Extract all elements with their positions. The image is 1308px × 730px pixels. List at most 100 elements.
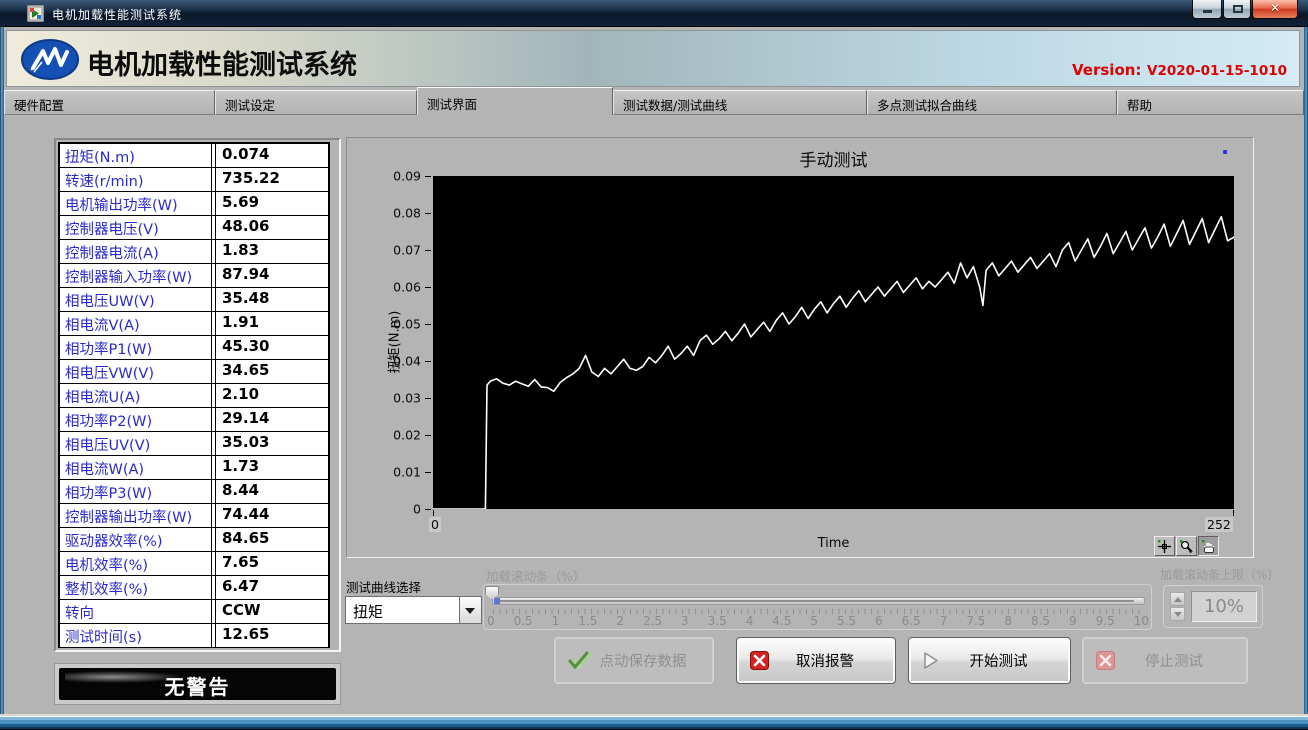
red-x-icon <box>750 651 769 670</box>
chevron-down-icon <box>465 608 475 614</box>
measurement-label: 相功率P2(W) <box>60 408 212 431</box>
plot-area[interactable] <box>433 176 1234 509</box>
measurement-label: 相电压UV(V) <box>60 432 212 455</box>
company-logo-icon <box>21 39 79 80</box>
jog-save-data-button[interactable]: 点动保存数据 <box>554 637 714 684</box>
slider-tick-label: 0 <box>487 614 495 628</box>
measurement-label: 电机输出功率(W) <box>60 192 212 215</box>
stop-test-button[interactable]: 停止测试 <box>1082 637 1248 684</box>
measurement-value: 84.65 <box>215 528 328 551</box>
tab-test-interface[interactable]: 测试界面 <box>417 87 613 115</box>
slider-tick-label: 2.5 <box>643 614 662 628</box>
slider-tick-label: 10 <box>1134 614 1149 628</box>
x-tick-label-max: 252 <box>1205 517 1233 532</box>
slider-track[interactable] <box>492 597 1145 605</box>
table-row: 相电压VW(V) 34.65 <box>60 360 328 384</box>
tab-test-data-curves[interactable]: 测试数据/测试曲线 <box>613 90 867 115</box>
warning-banner: 无警告 <box>59 668 336 700</box>
y-tick-mark <box>425 324 431 325</box>
hand-icon <box>1201 539 1216 554</box>
close-icon: ✕ <box>1253 1 1297 15</box>
curve-select-dropdown[interactable]: 扭矩 <box>345 596 482 624</box>
table-row: 控制器输入功率(W) 87.94 <box>60 264 328 288</box>
close-button[interactable]: ✕ <box>1252 0 1298 19</box>
load-slider-label: 加载滚动条（%） <box>486 566 585 585</box>
table-row: 相电压UV(V) 35.03 <box>60 432 328 456</box>
measurement-value: 45.30 <box>215 336 328 359</box>
curve-select-value: 扭矩 <box>346 597 459 623</box>
measurement-label: 扭矩(N.m) <box>60 144 212 167</box>
table-row: 电机效率(%) 7.65 <box>60 552 328 576</box>
table-row: 相功率P3(W) 8.44 <box>60 480 328 504</box>
tab-hardware-config[interactable]: 硬件配置 <box>4 90 215 115</box>
y-tick-label: 0 <box>413 502 421 517</box>
window-title: 电机加载性能测试系统 <box>52 6 182 23</box>
tab-test-settings[interactable]: 测试设定 <box>215 90 417 115</box>
slider-tick-label: 3.5 <box>708 614 727 628</box>
minimize-button[interactable] <box>1192 0 1222 19</box>
slider-tick-label: 1.5 <box>578 614 597 628</box>
slider-tick-label: 9.5 <box>1096 614 1115 628</box>
start-test-button[interactable]: 开始测试 <box>908 637 1071 684</box>
tab-multipoint-fit-curve[interactable]: 多点测试拟合曲线 <box>867 90 1117 115</box>
measurement-value: 1.83 <box>215 240 328 263</box>
tab-help[interactable]: 帮助 <box>1117 90 1304 115</box>
slider-fill-marker <box>494 598 500 604</box>
y-tick-mark <box>425 250 431 251</box>
measurement-label: 转速(r/min) <box>60 168 212 191</box>
table-row: 驱动器效率(%) 84.65 <box>60 528 328 552</box>
window-border-bottom <box>0 714 1308 730</box>
slider-tick-label: 8.5 <box>1031 614 1050 628</box>
zoom-tool-button[interactable] <box>1176 536 1197 556</box>
measurement-value: 34.65 <box>215 360 328 383</box>
slider-tick-label: 5 <box>810 614 818 628</box>
slider-tick-label: 5.5 <box>837 614 856 628</box>
measurement-value: 8.44 <box>215 480 328 503</box>
table-row: 扭矩(N.m) 0.074 <box>60 144 328 168</box>
measurement-value: 5.69 <box>215 192 328 215</box>
measurement-label: 相功率P1(W) <box>60 336 212 359</box>
measurement-value: 1.73 <box>215 456 328 479</box>
slider-tick-label: 7 <box>940 614 948 628</box>
measurement-value: 74.44 <box>215 504 328 527</box>
maximize-icon <box>1233 5 1243 13</box>
slider-tick-label: 0.5 <box>514 614 533 628</box>
spinner-up-button[interactable] <box>1170 592 1185 606</box>
measurement-label: 相电流W(A) <box>60 456 212 479</box>
measurement-label: 转向 <box>60 600 212 623</box>
slider-tick-label: 4.5 <box>772 614 791 628</box>
window-border-right <box>1304 27 1308 714</box>
load-limit-label: 加载滚动条上限（%） <box>1160 566 1279 583</box>
double-check-icon <box>568 651 594 671</box>
y-tick-label: 0.06 <box>393 280 421 295</box>
y-tick-mark <box>425 361 431 362</box>
measurement-label: 驱动器效率(%) <box>60 528 212 551</box>
slider-tick-label: 7.5 <box>966 614 985 628</box>
load-limit-field[interactable]: 10% <box>1191 591 1257 622</box>
title-bar[interactable]: 电机加载性能测试系统 ✕ <box>0 0 1308 27</box>
measurement-label: 相电流U(A) <box>60 384 212 407</box>
table-row: 相功率P2(W) 29.14 <box>60 408 328 432</box>
y-tick-label: 0.01 <box>393 465 421 480</box>
measurement-value: 0.074 <box>215 144 328 167</box>
measurement-label: 相电压UW(V) <box>60 288 212 311</box>
x-axis-title: Time <box>433 536 1234 551</box>
cancel-alarm-button[interactable]: 取消报警 <box>736 637 896 684</box>
cursor-tool-button[interactable] <box>1154 536 1175 556</box>
pan-tool-button[interactable] <box>1198 536 1219 556</box>
y-tick-mark <box>425 435 431 436</box>
maximize-button[interactable] <box>1223 0 1251 19</box>
measurement-value: 87.94 <box>215 264 328 287</box>
slider-tick-label: 6 <box>875 614 883 628</box>
measurement-value: 35.48 <box>215 288 328 311</box>
table-row: 相电流W(A) 1.73 <box>60 456 328 480</box>
dropdown-arrow-button[interactable] <box>459 597 481 623</box>
chart-panel: 手动测试 0.090.080.070.060.050.040.030.020.0… <box>346 137 1254 558</box>
y-tick-label: 0.03 <box>393 391 421 406</box>
table-row: 相电压UW(V) 35.48 <box>60 288 328 312</box>
measurement-label: 整机效率(%) <box>60 576 212 599</box>
app-window: 电机加载性能测试系统 ✕ 电机加载性能测试系统 Version: V2020-0… <box>0 0 1308 730</box>
spinner-down-button[interactable] <box>1170 607 1185 621</box>
crosshair-icon <box>1157 539 1172 554</box>
triangle-up-icon <box>1174 597 1182 602</box>
